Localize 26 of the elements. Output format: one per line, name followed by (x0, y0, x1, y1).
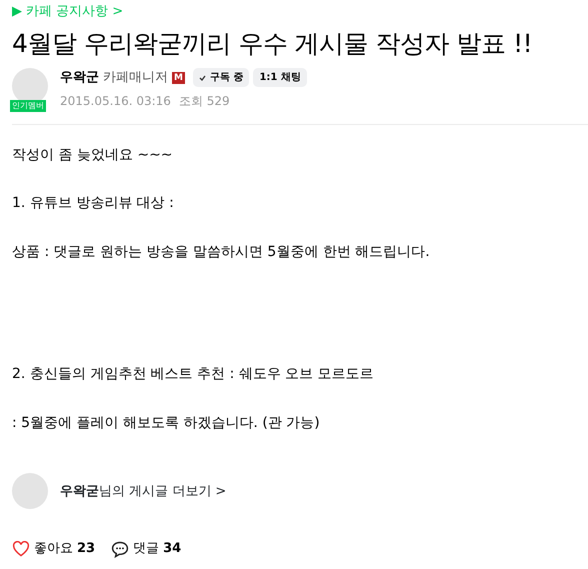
subscribe-button[interactable]: 구독 중 (192, 68, 250, 88)
comment-label: 댓글 (133, 540, 160, 558)
like-label: 좋아요 (34, 540, 73, 558)
like-button[interactable]: 좋아요 23 (12, 539, 96, 559)
author-role: 카페매니저 (103, 69, 168, 87)
more-posts-link[interactable]: 우왁굳님의 게시글 더보기 > (60, 482, 226, 502)
paragraph: 상품 : 댓글로 원하는 방송을 말씀하시면 5월중에 한번 해드립니다. (12, 243, 431, 262)
post-date: 2015.05.16. 03:16 (60, 92, 171, 110)
avatar-icon (12, 473, 48, 510)
author-name: 우왁군 (60, 69, 99, 87)
heart-icon (12, 541, 30, 558)
manager-badge: M (172, 72, 185, 84)
triangle-icon: ▶ (12, 2, 22, 22)
comment-count: 34 (163, 540, 182, 558)
paragraph: : 5월중에 플레이 해보도록 하겠습니다. (관 가능) (12, 414, 321, 433)
comment-button[interactable]: 댓글 34 (111, 539, 182, 559)
post-title: 4월달 우리왁굳끼리 우수 게시물 작성자 발표 !! (12, 28, 534, 60)
like-count: 23 (77, 540, 96, 558)
paragraph: 작성이 좀 늦었네요 ~~~ (12, 146, 174, 164)
view-count: 조회 529 (178, 92, 230, 110)
paragraph: 1. 유튜브 방송리뷰 대상 : (12, 194, 175, 214)
paragraph: 2. 충신들의 게임추천 베스트 추천 : 쉐도우 오브 모르도르 (12, 365, 375, 384)
checkmark-icon (198, 74, 206, 81)
speech-bubble-icon (111, 540, 130, 558)
chat-button[interactable]: 1:1 채팅 (253, 68, 307, 88)
member-badge: 인기멤버 (10, 100, 46, 112)
